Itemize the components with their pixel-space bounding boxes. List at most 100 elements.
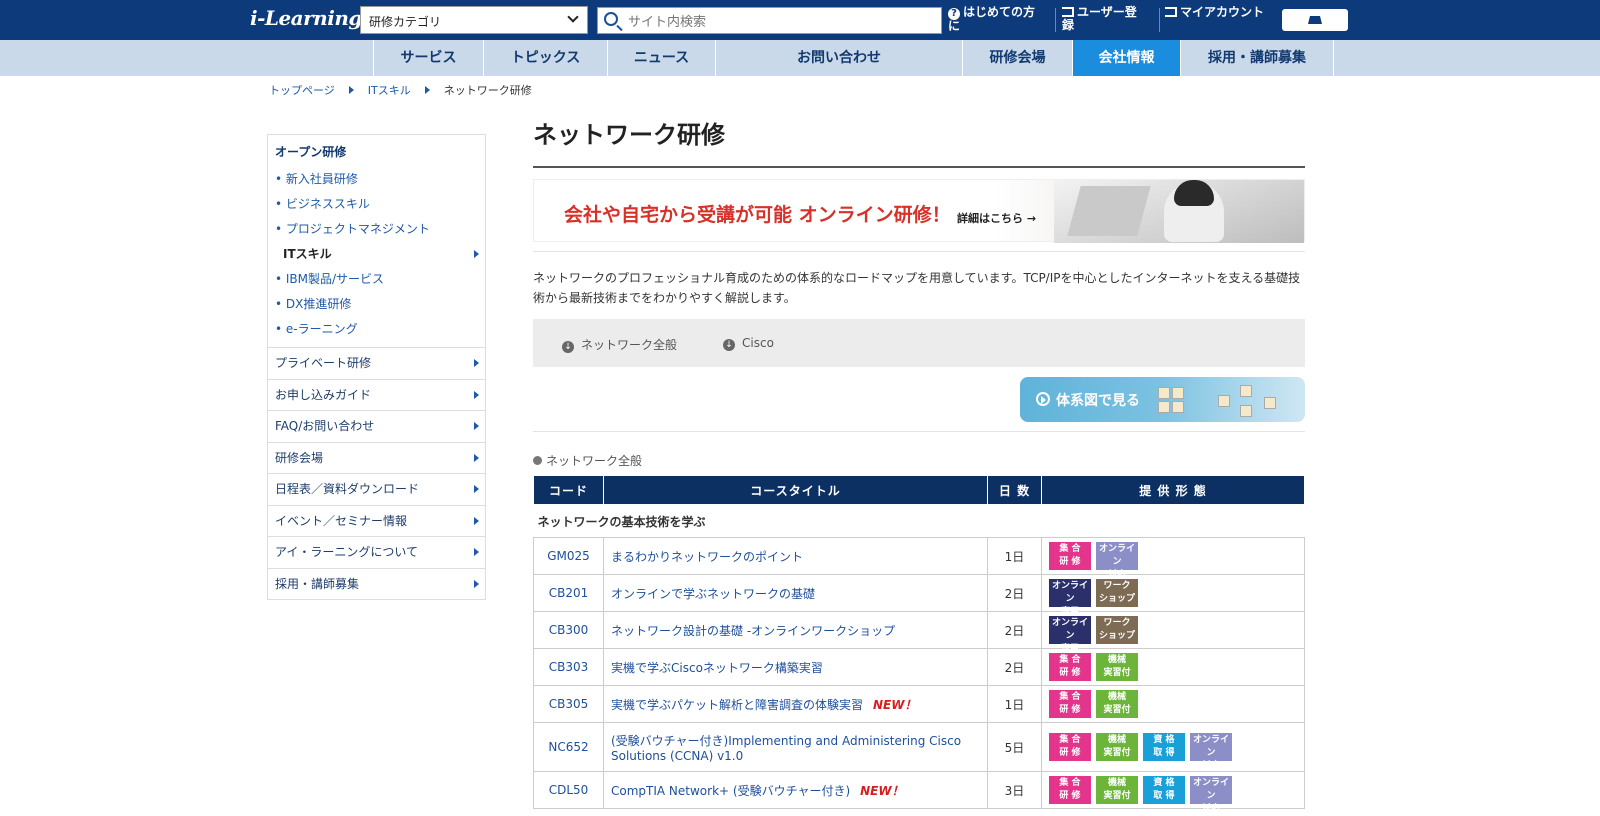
course-code[interactable]: CDL50	[533, 771, 604, 809]
banner-photo	[1054, 180, 1304, 243]
sidebar-item-pm[interactable]: • プロジェクトマネジメント	[268, 216, 485, 241]
course-code[interactable]: NC652	[533, 722, 604, 772]
course-days: 2日	[987, 611, 1042, 649]
course-title-cell[interactable]: ネットワーク設計の基礎 -オンラインワークショップ	[603, 611, 988, 649]
course-format: オンライン 専用 ワーク ショップ	[1041, 574, 1305, 617]
nav-company[interactable]: 会社情報	[1072, 40, 1180, 76]
breadcrumb-it-skill[interactable]: ITスキル	[368, 84, 411, 97]
course-title-cell[interactable]: まるわかりネットワークのポイント	[603, 537, 988, 575]
banner-text: 会社や自宅から受講が可能 オンライン研修！	[564, 204, 951, 226]
sidebar-item-business[interactable]: • ビジネススキル	[268, 191, 485, 216]
course-days: 2日	[987, 648, 1042, 686]
search-input[interactable]	[628, 11, 928, 31]
sidebar-item-private[interactable]: プライベート研修	[268, 347, 485, 379]
sidebar-item-schedule[interactable]: 日程表／資料ダウンロード	[268, 473, 485, 505]
nav-topics[interactable]: トピックス	[483, 40, 607, 76]
course-title[interactable]: オンラインで学ぶネットワークの基礎	[611, 587, 815, 601]
category-select[interactable]: 研修カテゴリ	[360, 6, 588, 34]
sidebar: オープン研修 • 新入社員研修 • ビジネススキル • プロジェクトマネジメント…	[267, 134, 486, 600]
search-box[interactable]	[597, 7, 942, 34]
course-code[interactable]: CB305	[533, 685, 604, 723]
arrow-down-circle-icon: ↓	[723, 339, 735, 351]
course-title[interactable]: 実機で学ぶCiscoネットワーク構築実習	[611, 661, 823, 675]
course-title[interactable]: まるわかりネットワークのポイント	[611, 550, 803, 564]
course-code[interactable]: CB303	[533, 648, 604, 686]
course-title-cell[interactable]: オンラインで学ぶネットワークの基礎	[603, 574, 988, 612]
course-title[interactable]: ネットワーク設計の基礎 -オンラインワークショップ	[611, 624, 895, 638]
breadcrumb-home[interactable]: トップページ	[269, 84, 335, 97]
anchor-network-general[interactable]: ↓ ネットワーク全般	[562, 336, 677, 353]
table-row: NC652 (受験バウチャー付き)Implementing and Adminis…	[533, 722, 1305, 772]
anchor-cisco[interactable]: ↓ Cisco	[723, 336, 774, 351]
arrow-right-circle-icon	[1036, 392, 1050, 406]
anchor-label: Cisco	[742, 336, 774, 350]
roadmap-illustration	[1158, 385, 1298, 417]
format-tag-shugo: 集 合研 修	[1049, 733, 1091, 761]
nav-recruit[interactable]: 採用・講師募集	[1180, 40, 1334, 76]
format-tag-shugo: 集 合研 修	[1049, 690, 1091, 718]
course-code[interactable]: CB300	[533, 611, 604, 649]
roadmap-chart-label: 体系図で見る	[1056, 393, 1140, 409]
course-title[interactable]: (受験バウチャー付き)Implementing and Administerin…	[611, 734, 961, 763]
format-tag-shugo: 集 合研 修	[1049, 653, 1091, 681]
format-tag-kikai: 機械 実習付	[1096, 733, 1138, 761]
nav-contact[interactable]: お問い合わせ	[715, 40, 962, 76]
intro-text: ネットワークのプロフェッショナル育成のための体系的なロードマップを用意しています…	[533, 271, 1301, 305]
page-title: ネットワーク研修	[533, 115, 1305, 168]
divider	[533, 251, 1305, 252]
sidebar-item-elearning[interactable]: • e-ラーニング	[268, 316, 485, 341]
sidebar-item-it-skill[interactable]: ITスキル	[268, 241, 485, 266]
format-tag-kikai: 機械 実習付	[1096, 690, 1138, 718]
breadcrumb: トップページ ITスキル ネットワーク研修	[269, 82, 546, 98]
course-title[interactable]: 実機で学ぶパケット解析と障害調査の体験実習	[611, 698, 863, 712]
col-title: コースタイトル	[603, 475, 988, 505]
chevron-right-icon	[424, 86, 430, 94]
cart-button[interactable]	[1282, 9, 1348, 31]
sidebar-item-guide[interactable]: お申し込みガイド	[268, 378, 485, 411]
search-icon[interactable]	[604, 12, 618, 26]
sidebar-item-about[interactable]: アイ・ラーニングについて	[268, 536, 485, 568]
online-banner[interactable]: 会社や自宅から受講が可能 オンライン研修！ 詳細はこちら →	[533, 179, 1305, 243]
course-code[interactable]: CB201	[533, 574, 604, 612]
format-tag-online: オンライン 対応	[1190, 733, 1232, 771]
format-tag-online: オンライン 対応	[1096, 542, 1138, 580]
sidebar-item-dx[interactable]: • DX推進研修	[268, 291, 485, 316]
sidebar-item-events[interactable]: イベント／セミナー情報	[268, 504, 485, 537]
sidebar-item-venues[interactable]: 研修会場	[268, 441, 485, 474]
course-format: オンライン 専用 ワーク ショップ	[1041, 611, 1305, 654]
nav-venues[interactable]: 研修会場	[962, 40, 1072, 76]
sidebar-item-recruit[interactable]: 採用・講師募集	[268, 567, 485, 600]
course-format: 集 合研 修オンライン 対応	[1041, 537, 1305, 580]
main-nav: サービス トピックス ニュース お問い合わせ 研修会場 会社情報 採用・講師募集	[0, 40, 1600, 76]
nav-news[interactable]: ニュース	[607, 40, 715, 76]
chevron-down-icon	[567, 11, 579, 23]
sidebar-item-faq[interactable]: FAQ/お問い合わせ	[268, 410, 485, 442]
course-title[interactable]: CompTIA Network+ (受験バウチャー付き)	[611, 784, 850, 798]
course-code[interactable]: GM025	[533, 537, 604, 575]
table-row: CB201 オンラインで学ぶネットワークの基礎 2日 オンライン 専用 ワーク ショップ	[533, 574, 1305, 617]
course-title-cell[interactable]: 実機で学ぶパケット解析と障害調査の体験実習 NEW！	[603, 685, 988, 723]
first-time-link[interactable]: ? はじめての方に	[948, 6, 1044, 33]
divider	[533, 431, 1305, 432]
course-title-cell[interactable]: (受験バウチャー付き)Implementing and Administerin…	[603, 722, 988, 772]
my-account-link[interactable]: マイアカウント	[1165, 6, 1265, 19]
nav-services[interactable]: サービス	[373, 40, 483, 76]
table-row: CB303 実機で学ぶCiscoネットワーク構築実習 2日集 合研 修機械 実習付	[533, 648, 1305, 686]
bullet-dot	[533, 456, 542, 465]
format-tag-shikaku: 資 格取 得	[1143, 776, 1185, 804]
register-link[interactable]: ユーザー登録	[1062, 6, 1148, 32]
table-row: CB305 実機で学ぶパケット解析と障害調査の体験実習 NEW！ 1日集 合研 修機械…	[533, 685, 1305, 723]
course-title-cell[interactable]: CompTIA Network+ (受験バウチャー付き) NEW！	[603, 771, 988, 809]
course-title-cell[interactable]: 実機で学ぶCiscoネットワーク構築実習	[603, 648, 988, 686]
top-header: i-Learning 研修カテゴリ ?はじめての方に ユーザー登録 マイアカウン…	[0, 0, 1600, 40]
site-logo[interactable]: i-Learning	[250, 6, 362, 30]
course-days: 3日	[987, 771, 1042, 809]
banner-detail-link[interactable]: 詳細はこちら →	[957, 210, 1036, 226]
sidebar-head-open[interactable]: オープン研修	[268, 135, 485, 166]
format-tag-ws: ワーク ショップ	[1096, 579, 1138, 607]
sidebar-item-ibm[interactable]: • IBM製品/サービス	[268, 266, 485, 291]
first-time-label: はじめての方に	[948, 5, 1036, 33]
roadmap-chart-button[interactable]: 体系図で見る	[1020, 377, 1305, 422]
sidebar-item-new-employee[interactable]: • 新入社員研修	[268, 166, 485, 191]
format-tag-shikaku: 資 格取 得	[1143, 733, 1185, 761]
